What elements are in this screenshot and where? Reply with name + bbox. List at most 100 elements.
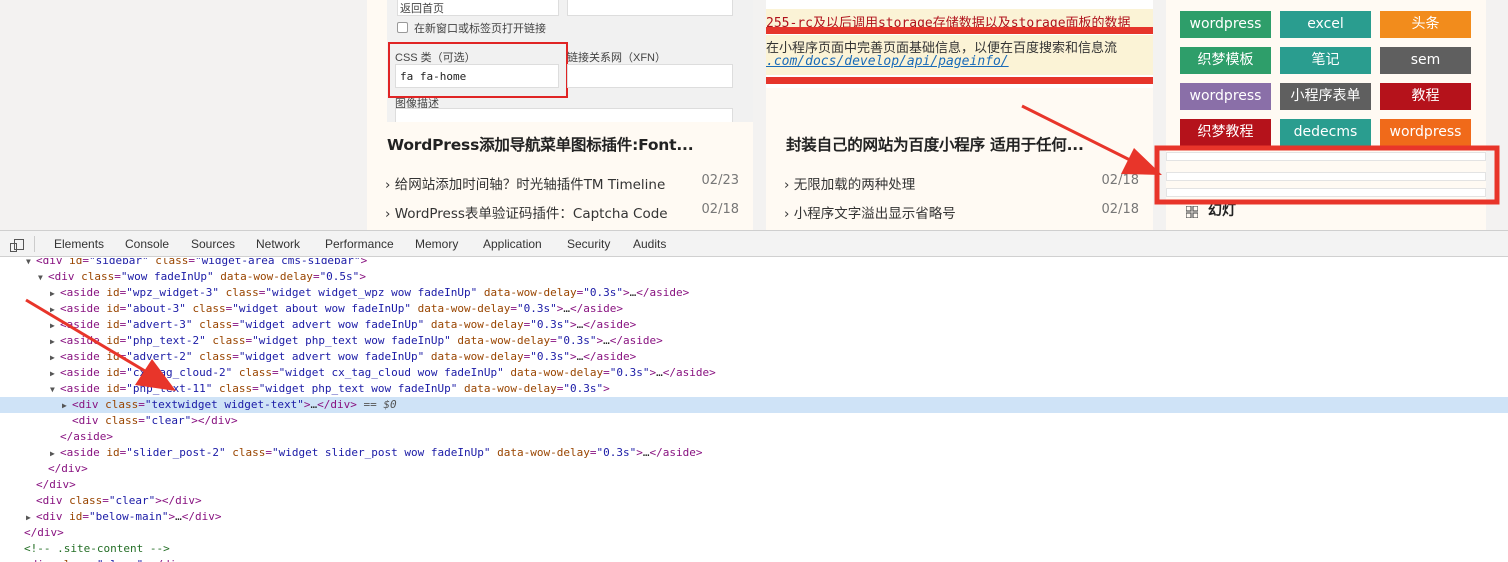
- dom-token: …: [563, 302, 570, 315]
- collapse-triangle-icon[interactable]: ▶: [50, 366, 60, 382]
- dom-token: >: [636, 446, 643, 459]
- tag-link[interactable]: 织梦教程: [1180, 119, 1271, 146]
- expand-triangle-icon[interactable]: ▼: [50, 382, 60, 398]
- dom-node[interactable]: ▶ <aside id="slider_post-2" class="widget…: [0, 445, 1508, 461]
- collapse-triangle-icon[interactable]: ▶: [62, 398, 72, 414]
- dom-node[interactable]: ▶ <aside id="advert-3" class="widget adve…: [0, 317, 1508, 333]
- tag-link[interactable]: 头条: [1380, 11, 1471, 38]
- dom-node[interactable]: ▶ <aside id="about-3" class="widget about…: [0, 301, 1508, 317]
- collapse-triangle-icon[interactable]: ▶: [50, 350, 60, 366]
- tab-elements[interactable]: Elements: [54, 237, 104, 251]
- tab-console[interactable]: Console: [125, 237, 169, 251]
- tag-link[interactable]: 小程序表单: [1280, 83, 1371, 110]
- dom-node-selected[interactable]: ▶ <div class="textwidget widget-text">…</…: [0, 397, 1508, 413]
- article-thumbnail-menu-form[interactable]: 返回首页 在新窗口或标签页打开链接 CSS 类（可选） fa fa-home 链…: [387, 0, 753, 122]
- article-title[interactable]: WordPress添加导航菜单图标插件:Font...: [387, 133, 694, 155]
- list-item-title[interactable]: › WordPress表单验证码插件：Captcha Code: [385, 202, 668, 222]
- dom-token: "wpz_widget-3": [126, 286, 219, 299]
- tag-link[interactable]: wordpress: [1180, 83, 1271, 110]
- dom-token: data-wow-delay: [457, 334, 551, 347]
- dom-token: "sidebar": [89, 258, 149, 267]
- dom-token: "0.3s": [583, 286, 623, 299]
- article-title[interactable]: 封装自己的网站为百度小程序 适用于任何...: [786, 133, 1084, 155]
- dom-token: <aside: [60, 446, 107, 459]
- tag-link[interactable]: wordpress: [1380, 119, 1471, 146]
- tab-performance[interactable]: Performance: [325, 237, 394, 251]
- tag-link[interactable]: sem: [1380, 47, 1471, 74]
- dom-token: "0.3s": [530, 350, 570, 363]
- dom-token: >: [360, 258, 368, 267]
- dom-token: [477, 286, 484, 299]
- tab-sources[interactable]: Sources: [191, 237, 235, 251]
- list-item[interactable]: › 小程序文字溢出显示省略号 02/18: [784, 202, 1139, 222]
- dom-node[interactable]: ▼ <aside id="php_text-11" class="widget p…: [0, 381, 1508, 397]
- dom-node[interactable]: ▶ <aside id="advert-2" class="widget adve…: [0, 349, 1508, 365]
- list-item-title[interactable]: › 无限加载的两种处理: [784, 173, 915, 193]
- tab-network[interactable]: Network: [256, 237, 300, 251]
- tag-link[interactable]: wordpress: [1180, 11, 1271, 38]
- dom-node[interactable]: ▼ <div id="sidebar" class="widget-area cm…: [0, 258, 1508, 269]
- tag-link[interactable]: 织梦模板: [1180, 47, 1271, 74]
- dom-token: "widget about wow fadeInUp": [232, 302, 412, 315]
- list-item[interactable]: › WordPress表单验证码插件：Captcha Code 02/18: [385, 202, 739, 222]
- dom-token: <div: [36, 510, 70, 523]
- collapse-triangle-icon[interactable]: ▶: [50, 446, 60, 462]
- dom-token: <div: [36, 494, 70, 507]
- dom-token: >: [622, 286, 630, 299]
- tab-audits[interactable]: Audits: [633, 237, 666, 251]
- collapse-triangle-icon[interactable]: ▶: [50, 286, 60, 302]
- dom-node[interactable]: ▶ <aside id="cx_tag_cloud-2" class="widge…: [0, 365, 1508, 381]
- dom-token: [424, 318, 431, 331]
- webpage-viewport: 返回首页 在新窗口或标签页打开链接 CSS 类（可选） fa fa-home 链…: [0, 0, 1508, 230]
- list-item-title[interactable]: › 给网站添加时间轴？时光轴插件TM Timeline: [385, 173, 665, 193]
- tab-memory[interactable]: Memory: [415, 237, 458, 251]
- dom-token: "0.3s": [596, 446, 637, 459]
- dom-token: >: [570, 318, 577, 331]
- dom-node[interactable]: </div>: [0, 461, 1508, 477]
- elements-dom-tree[interactable]: ▼ <div id="sidebar" class="widget-area cm…: [0, 258, 1508, 562]
- dom-token: data-wow-delay: [430, 318, 524, 331]
- list-item-title[interactable]: › 小程序文字溢出显示省略号: [784, 202, 956, 222]
- dom-node[interactable]: </aside>: [0, 429, 1508, 445]
- tab-security[interactable]: Security: [567, 237, 610, 251]
- dom-token: class: [199, 318, 233, 331]
- dom-node[interactable]: </div>: [0, 525, 1508, 541]
- collapse-triangle-icon[interactable]: ▶: [50, 334, 60, 350]
- dom-node[interactable]: <div class="clear"></div>: [0, 493, 1508, 509]
- menu-item-attr-field: [567, 0, 733, 16]
- article-thumbnail-code[interactable]: 255-rc及以后调用storage存储数据以及storage面板的数据 在小程…: [766, 0, 1153, 88]
- list-item-date: 02/18: [1101, 202, 1139, 217]
- dom-node[interactable]: </div>: [0, 477, 1508, 493]
- collapse-triangle-icon[interactable]: ▶: [26, 510, 36, 526]
- list-item[interactable]: › 无限加载的两种处理 02/18: [784, 173, 1139, 193]
- tab-application[interactable]: Application: [483, 237, 542, 251]
- dom-node[interactable]: ▶ <div id="below-main">…</div>: [0, 509, 1508, 525]
- dom-node[interactable]: <div class="clear"></div>: [0, 557, 1508, 562]
- dom-token: "textwidget widget-text": [144, 398, 304, 411]
- dom-token: class: [238, 366, 272, 379]
- dom-node[interactable]: <div class="clear"></div>: [0, 413, 1508, 429]
- dom-token: <aside: [60, 350, 107, 363]
- devtools-tabbar: Elements Console Sources Network Performance…: [0, 231, 1508, 257]
- dom-token: class: [232, 446, 266, 459]
- collapse-triangle-icon[interactable]: ▶: [50, 318, 60, 334]
- tag-link[interactable]: 教程: [1380, 83, 1471, 110]
- dom-node[interactable]: <!-- .site-content -->: [0, 541, 1508, 557]
- list-item[interactable]: › 给网站添加时间轴？时光轴插件TM Timeline 02/23: [385, 173, 739, 193]
- expand-triangle-icon[interactable]: ▼: [38, 270, 48, 286]
- dom-token: <!-- .site-content -->: [24, 542, 170, 555]
- dom-node[interactable]: ▶ <aside id="php_text-2" class="widget ph…: [0, 333, 1508, 349]
- tag-link[interactable]: dedecms: [1280, 119, 1371, 146]
- dom-node[interactable]: ▶ <aside id="wpz_widget-3" class="widget …: [0, 285, 1508, 301]
- collapse-triangle-icon[interactable]: ▶: [50, 302, 60, 318]
- tag-link[interactable]: excel: [1280, 11, 1371, 38]
- dom-token: <div: [36, 258, 70, 267]
- device-toggle-icon[interactable]: [10, 237, 24, 252]
- dom-token: …: [175, 510, 182, 523]
- dom-node[interactable]: ▼ <div class="wow fadeInUp" data-wow-dela…: [0, 269, 1508, 285]
- empty-widget-bar: [1166, 188, 1486, 197]
- go-home-label: 返回首页: [400, 3, 444, 15]
- tab-separator: [34, 236, 35, 252]
- dom-token: =: [188, 258, 195, 267]
- tag-link[interactable]: 笔记: [1280, 47, 1371, 74]
